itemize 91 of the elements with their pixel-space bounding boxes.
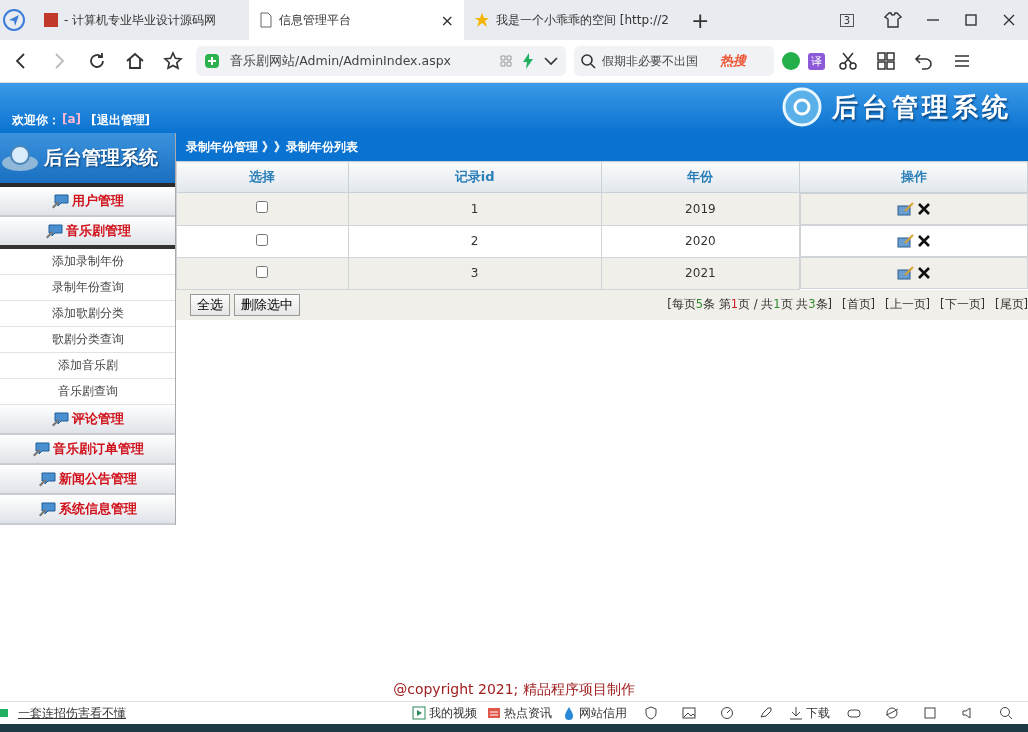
shield-icon[interactable] (644, 706, 658, 720)
chevron-down-icon[interactable] (544, 56, 558, 66)
sidebar-link[interactable]: 添加音乐剧 (0, 353, 175, 379)
sidebar-group[interactable]: 音乐剧订单管理 (0, 435, 175, 465)
close-icon[interactable] (1002, 13, 1016, 27)
table-cell: 2020 (601, 225, 800, 257)
pen-chat-icon (38, 501, 56, 517)
home-icon[interactable] (125, 51, 145, 71)
delete-icon[interactable] (916, 266, 931, 280)
download-icon (789, 706, 803, 720)
translate-button[interactable]: 译 (808, 52, 825, 70)
scissors-icon[interactable] (838, 51, 858, 71)
pen-chat-icon (51, 411, 69, 427)
action-button[interactable]: 全选 (190, 293, 230, 316)
navigation-icon[interactable] (2, 8, 26, 32)
pen-chat-icon (44, 223, 63, 239)
pager-link[interactable]: [尾页] (995, 297, 1028, 312)
sidebar-link[interactable]: 添加录制年份 (0, 249, 175, 275)
pager-link[interactable]: [下一页] (940, 297, 985, 312)
news-link[interactable]: 一套连招伤害看不懂 (18, 704, 126, 722)
status-bar-item[interactable]: 热点资讯 (487, 704, 552, 722)
chat-icon[interactable] (782, 52, 800, 70)
browser-tab[interactable]: - 计算机专业毕业设计源码网 (34, 0, 249, 40)
sidebar-logo-banner: 后台管理系统 (0, 133, 175, 187)
pen-chat-icon (51, 193, 69, 209)
maximize-icon[interactable] (964, 13, 978, 27)
search-icon (580, 53, 596, 69)
sidebar-group[interactable]: 用户管理 (0, 187, 175, 217)
table-cell: 1 (348, 192, 602, 225)
pen-chat-icon (31, 441, 50, 457)
search-icon[interactable] (999, 706, 1013, 720)
bookmark-star-icon[interactable] (163, 51, 183, 71)
sidebar-link[interactable]: 歌剧分类查询 (0, 327, 175, 353)
pager-link[interactable]: [上一页] (885, 297, 931, 312)
status-bar-item[interactable]: 网站信用 (562, 704, 627, 722)
site-icon (44, 13, 58, 27)
copyright-text: @copyright 2021; 精品程序项目制作 (393, 681, 635, 697)
reload-icon[interactable] (87, 51, 107, 71)
page-icon (259, 12, 273, 28)
column-header: 记录id (348, 161, 602, 193)
action-button[interactable]: 删除选中 (234, 293, 300, 316)
browser-tab[interactable]: 我是一个小乖乖的空间 [http://2 (464, 0, 679, 40)
sidebar-group[interactable]: 新闻公告管理 (0, 465, 175, 495)
logout-link[interactable]: [退出管理] (91, 112, 151, 129)
system-title: 后台管理系统 (832, 90, 1012, 124)
column-header: 选择 (176, 161, 349, 193)
sidebar-group[interactable]: 评论管理 (0, 405, 175, 435)
table-cell: 3 (348, 257, 602, 289)
news-icon (487, 706, 501, 720)
tab-count[interactable]: 3 (839, 13, 854, 27)
edit-icon[interactable] (896, 202, 915, 216)
close-icon[interactable]: × (440, 10, 454, 30)
play-icon (412, 706, 426, 720)
delete-icon[interactable] (916, 234, 931, 248)
speed-icon[interactable] (720, 706, 734, 720)
column-header: 年份 (601, 161, 800, 193)
edit-icon[interactable] (896, 234, 915, 248)
row-checkbox[interactable] (256, 265, 269, 278)
welcome-label: 欢迎你： (12, 112, 60, 129)
star-icon (474, 12, 490, 28)
pager-summary: [每页5条 第1页 / 共1页 共3条] (667, 297, 833, 312)
delete-icon[interactable] (916, 202, 931, 216)
column-header: 操作 (799, 161, 1028, 193)
shirt-icon[interactable] (884, 11, 902, 29)
shield-icon (204, 53, 220, 69)
browser-tab[interactable]: 信息管理平台 × (249, 0, 464, 40)
table-cell: 2019 (601, 192, 800, 225)
search-field[interactable]: 假期非必要不出国 (602, 54, 714, 68)
row-checkbox[interactable] (256, 201, 269, 214)
window-icon[interactable] (923, 706, 937, 720)
new-tab-button[interactable]: + (678, 7, 722, 33)
status-bar-item[interactable]: 我的视频 (412, 704, 477, 722)
download-button[interactable]: 下载 (789, 704, 830, 722)
image-icon[interactable] (682, 706, 696, 720)
sidebar-link[interactable]: 添加歌剧分类 (0, 301, 175, 327)
sidebar-group[interactable]: 音乐剧管理 (0, 217, 175, 249)
sidebar-link[interactable]: 录制年份查询 (0, 275, 175, 301)
pager-link[interactable]: [首页] (842, 297, 876, 312)
undo-icon[interactable] (914, 51, 934, 71)
table-cell: 2 (348, 225, 602, 257)
droplet-icon (562, 706, 576, 720)
edit-icon[interactable] (896, 266, 915, 280)
pen-chat-icon (38, 471, 56, 487)
address-field[interactable]: 音乐剧网站/Admin/AdminIndex.aspx (196, 46, 566, 76)
sidebar-group[interactable]: 系统信息管理 (0, 495, 175, 525)
apps-grid-icon[interactable] (876, 51, 896, 71)
user-name: [a] (62, 112, 82, 128)
logo-emblem-icon (0, 143, 40, 173)
row-checkbox[interactable] (256, 233, 269, 246)
table-cell: 2021 (601, 257, 800, 289)
breadcrumb: 录制年份管理 》》录制年份列表 (176, 133, 1028, 161)
